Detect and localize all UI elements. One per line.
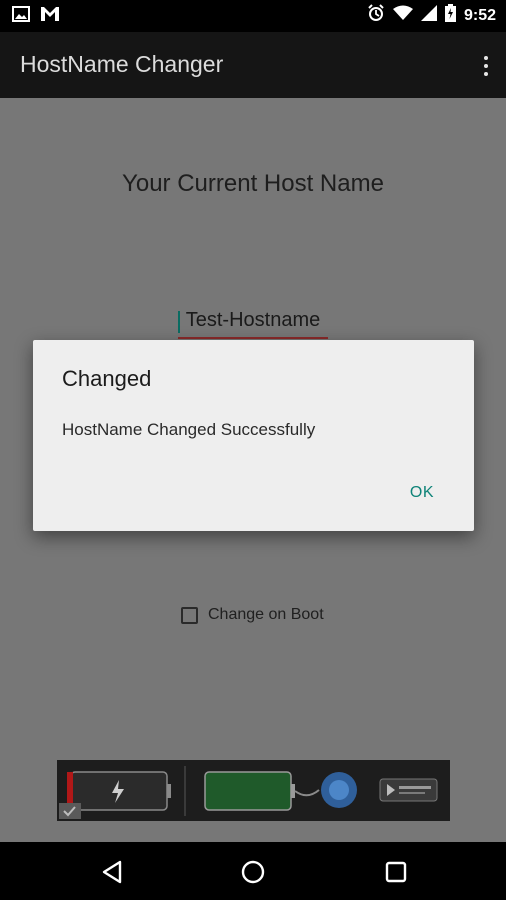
wifi-icon [392,5,413,26]
app-title: HostName Changer [20,51,224,77]
back-icon[interactable] [100,859,126,885]
change-on-boot-checkbox[interactable] [181,606,198,624]
status-time: 9:52 [463,6,496,24]
ok-button[interactable]: OK [410,484,434,502]
navigation-bar [0,842,506,900]
hostname-input[interactable]: Test-Hostname [178,309,328,339]
status-bar: 9:52 [0,0,506,32]
dialog-title: Changed [62,366,152,391]
recents-icon[interactable] [383,859,409,885]
changed-dialog: Changed HostName Changed Successfully OK [33,340,474,531]
ad-banner-graphic [57,760,450,821]
app-bar: HostName Changer [0,32,506,98]
home-icon[interactable] [240,859,266,885]
text-cursor [178,311,180,333]
change-on-boot-label: Change on Boot [208,606,324,623]
current-hostname-heading: Your Current Host Name [122,170,384,197]
alarm-icon [367,4,385,27]
hostname-value: Test-Hostname [185,309,321,331]
image-icon [12,6,30,27]
signal-icon [420,5,437,26]
gmail-icon [40,6,60,27]
ad-banner[interactable] [57,760,450,821]
overflow-menu-icon[interactable] [478,52,494,80]
battery-charging-icon [444,4,456,27]
change-on-boot-row[interactable]: Change on Boot [181,606,324,624]
dialog-message: HostName Changed Successfully [62,420,316,439]
